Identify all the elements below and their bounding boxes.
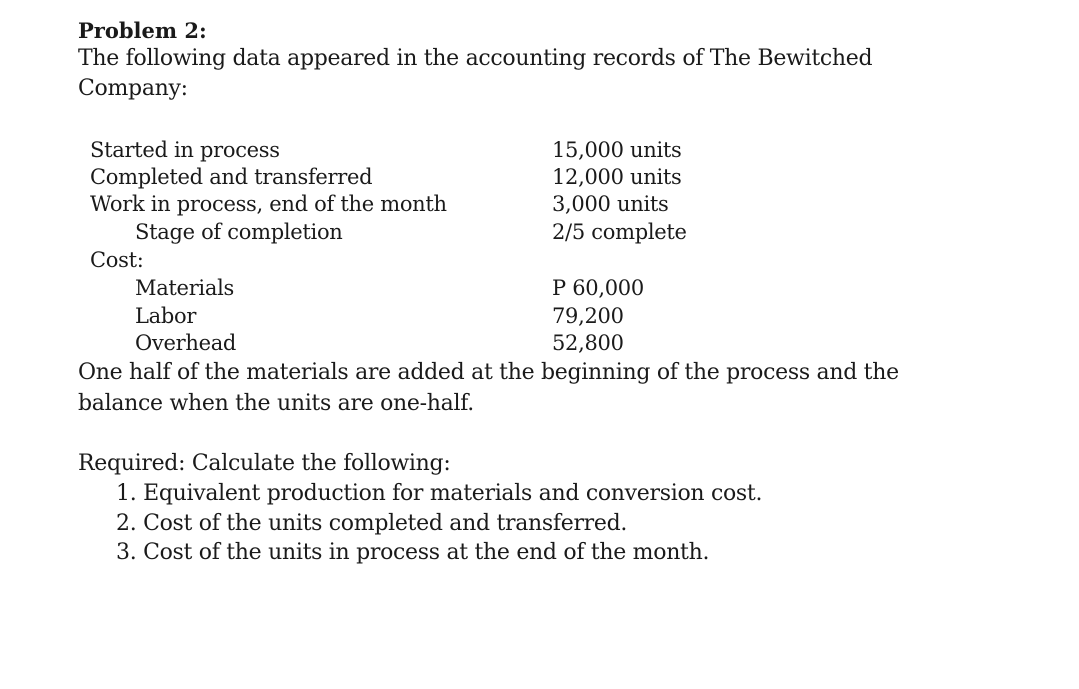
row-label-started: Started in process [90, 138, 280, 162]
row-value-started: 15,000 units [552, 138, 682, 162]
row-value-wip: 3,000 units [552, 192, 669, 216]
required-item-2: 2. Cost of the units completed and trans… [116, 511, 628, 536]
cost-label-materials: Materials [135, 276, 234, 300]
required-item-3: 3. Cost of the units in process at the e… [116, 540, 710, 565]
row-label-completed: Completed and transferred [90, 165, 373, 189]
row-label-stage: Stage of completion [135, 220, 343, 244]
row-label-wip: Work in process, end of the month [90, 192, 447, 216]
intro-line-1: The following data appeared in the accou… [78, 46, 873, 71]
cost-label-labor: Labor [135, 304, 197, 328]
intro-line-2: Company: [78, 76, 188, 101]
cost-label-overhead: Overhead [135, 331, 237, 355]
cost-value-labor: 79,200 [552, 304, 624, 328]
cost-value-materials: P 60,000 [552, 276, 644, 300]
cost-value-overhead: 52,800 [552, 331, 624, 355]
note-line-1: One half of the materials are added at t… [78, 360, 899, 385]
row-value-completed: 12,000 units [552, 165, 682, 189]
required-heading: Required: Calculate the following: [78, 451, 451, 476]
required-item-1: 1. Equivalent production for materials a… [116, 481, 763, 506]
cost-heading: Cost: [90, 248, 144, 272]
note-line-2: balance when the units are one-half. [78, 391, 474, 416]
problem-title: Problem 2: [78, 18, 207, 43]
row-value-stage: 2/5 complete [552, 220, 687, 244]
